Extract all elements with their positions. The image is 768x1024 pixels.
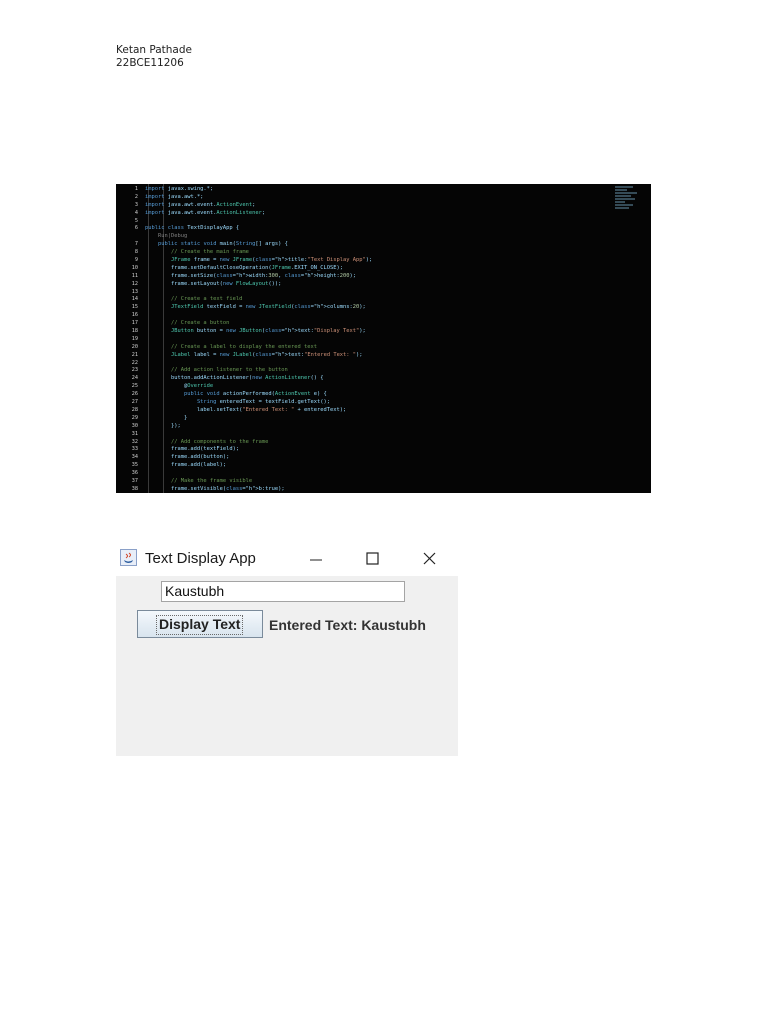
code-editor-screenshot: 1 2 3 4 5 6 7 8 9 10 11 12 13 14 15 16 17 18 19 20 21 22 23 24 2…: [116, 184, 651, 493]
line-number: 14: [131, 296, 138, 303]
code-line: frame.setLayout(new FlowLayout());: [145, 280, 282, 287]
line-number: [116, 233, 138, 241]
code-line: frame.add(button);: [145, 454, 230, 461]
close-icon: [423, 552, 436, 565]
code-line: import java.awt.*;: [145, 193, 204, 200]
code-line: import javax.swing.*;: [145, 186, 214, 192]
line-number: 38: [131, 485, 138, 492]
line-number: 20: [131, 343, 138, 350]
code-line: // Add action listener to the button: [145, 367, 288, 374]
code-line: frame.add(label);: [145, 462, 227, 469]
author-name: Ketan Pathade: [116, 44, 192, 56]
line-number: 29: [131, 414, 138, 421]
window-titlebar: Text Display App: [116, 542, 458, 576]
line-number: 23: [131, 367, 138, 374]
code-line: frame.setSize(class="h">width:300, class…: [145, 272, 357, 279]
line-number: 28: [131, 406, 138, 413]
code-line: // Make the frame visible: [145, 477, 253, 484]
line-number: 22: [131, 359, 138, 366]
line-number: 6: [134, 225, 138, 232]
line-number: 27: [131, 399, 138, 406]
line-number: 17: [131, 320, 138, 327]
code-line: String enteredText = textField.getText()…: [196, 399, 331, 406]
code-line: JFrame frame = new JFrame(class="h">titl…: [170, 257, 373, 264]
line-number: 32: [131, 438, 138, 445]
line-number: 9: [134, 257, 138, 264]
java-app-window: Text Display App Kaustubh Display Text E…: [116, 542, 458, 756]
line-number: 15: [131, 304, 138, 311]
maximize-button[interactable]: [350, 546, 394, 572]
minimize-button[interactable]: [294, 546, 338, 572]
line-number-gutter: 1 2 3 4 5 6 7 8 9 10 11 12 13 14 15 16 17 18 19 20 21 22 23 24 2…: [116, 186, 138, 493]
line-number: 3: [134, 201, 138, 208]
line-number: 37: [131, 477, 138, 484]
code-body: import javax.swing.*; import java.awt.*; i…: [145, 186, 611, 493]
line-number: 31: [131, 430, 138, 437]
line-number: 36: [131, 470, 138, 477]
code-line: Run|Debug: [145, 233, 188, 240]
editor-minimap: [615, 186, 641, 212]
line-number: 4: [134, 209, 138, 216]
java-icon: [120, 549, 137, 566]
code-line: @Override: [145, 383, 214, 390]
line-number: 33: [131, 446, 138, 453]
code-line: // Create a button: [145, 320, 230, 327]
document-header: Ketan Pathade 22BCE11206: [116, 44, 192, 70]
code-line: public class TextDisplayApp {: [145, 225, 240, 232]
code-line: frame.setDefaultCloseOperation(JFrame.EX…: [145, 264, 343, 271]
code-line: frame.setVisible(class="h">b:true);: [145, 485, 285, 492]
minimize-icon: [310, 559, 322, 561]
code-line: // Add components to the frame: [145, 438, 269, 445]
code-line: public static void main(String[] args) {: [157, 241, 288, 248]
line-number: 21: [131, 351, 138, 358]
line-number: 18: [131, 328, 138, 335]
line-number: 2: [134, 193, 138, 200]
code-line: JLabel label = new JLabel(class="h">text…: [170, 351, 363, 358]
line-number: 30: [131, 422, 138, 429]
code-line: // Create a text field: [145, 296, 243, 303]
line-number: 11: [131, 272, 138, 279]
maximize-icon: [366, 552, 379, 565]
line-number: 8: [134, 249, 138, 256]
display-text-button[interactable]: Display Text: [137, 610, 263, 638]
code-line: import java.awt.event.ActionListener;: [145, 209, 266, 216]
code-line: }: [145, 414, 188, 421]
code-line: // Create a label to display the entered…: [145, 343, 318, 350]
line-number: 19: [131, 335, 138, 342]
line-number: 12: [131, 280, 138, 287]
display-text-button-label: Display Text: [156, 615, 244, 635]
window-title: Text Display App: [145, 550, 256, 567]
code-line: public void actionPerformed(ActionEvent …: [183, 391, 327, 398]
line-number: 16: [131, 312, 138, 319]
code-line: JButton button = new JButton(class="h">t…: [170, 328, 366, 335]
code-line: });: [145, 422, 181, 429]
line-number: 10: [131, 264, 138, 271]
line-number: 34: [131, 454, 138, 461]
line-number: 35: [131, 462, 138, 469]
code-line: import java.awt.event.ActionEvent;: [145, 201, 256, 208]
line-number: 7: [134, 241, 138, 248]
line-number: 13: [131, 288, 138, 295]
code-line: JTextField textField = new JTextField(cl…: [170, 304, 366, 311]
line-number: 1: [134, 186, 138, 192]
text-input[interactable]: Kaustubh: [161, 581, 405, 602]
code-line: label.setText("Entered Text: " + entered…: [145, 406, 347, 413]
entered-text-label: Entered Text: Kaustubh: [269, 617, 426, 633]
line-number: 5: [134, 217, 138, 224]
line-number: 26: [131, 391, 138, 398]
code-line: // Create the main frame: [145, 249, 249, 256]
code-line: frame.add(textField);: [145, 446, 240, 453]
line-number: 24: [131, 375, 138, 382]
student-id: 22BCE11206: [116, 57, 184, 69]
line-number: 25: [131, 383, 138, 390]
code-line: button.addActionListener(new ActionListe…: [145, 375, 324, 382]
close-button[interactable]: [408, 546, 452, 572]
